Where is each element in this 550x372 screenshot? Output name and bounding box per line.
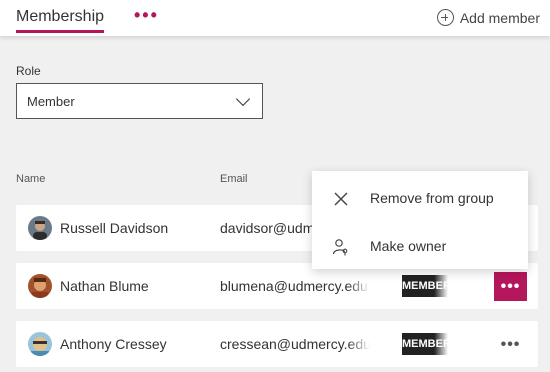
role-dropdown[interactable]: Member [16,83,263,119]
avatar [28,332,52,356]
add-member-button[interactable]: Add member [436,9,540,26]
chevron-down-icon [235,91,251,107]
close-icon [332,190,350,208]
member-email: blumena@udmercy.edu [220,278,368,294]
member-name: Russell Davidson [60,220,169,236]
add-member-label: Add member [459,9,540,26]
menu-item-label: Make owner [370,238,447,254]
menu-item-make-owner[interactable]: Make owner [312,222,528,270]
member-email: cressean@udmercy.edu [220,336,370,352]
more-options-button[interactable]: ••• [494,330,527,359]
member-name: Anthony Cressey [60,336,167,352]
context-menu: Remove from group Make owner [312,171,528,269]
column-header-email[interactable]: Email [220,173,248,185]
person-key-icon [332,238,350,256]
avatar [28,216,52,240]
add-circle-icon [436,9,454,26]
role-badge: MEMBER [402,275,448,297]
top-bar: Membership ••• Add member [0,0,550,36]
more-options-button[interactable]: ••• [494,272,527,301]
role-badge: MEMBER [402,333,448,355]
avatar [28,274,52,298]
column-header-name[interactable]: Name [16,173,45,185]
more-tabs-icon[interactable]: ••• [134,5,159,26]
tab-membership[interactable]: Membership [16,8,104,26]
menu-item-label: Remove from group [370,190,494,206]
menu-item-remove-from-group[interactable]: Remove from group [312,174,528,222]
role-label: Role [16,64,41,78]
table-row[interactable]: Anthony Cressey cressean@udmercy.edu MEM… [16,321,538,367]
role-selected-value: Member [27,94,75,109]
tab-active-indicator [16,30,104,33]
member-name: Nathan Blume [60,278,149,294]
